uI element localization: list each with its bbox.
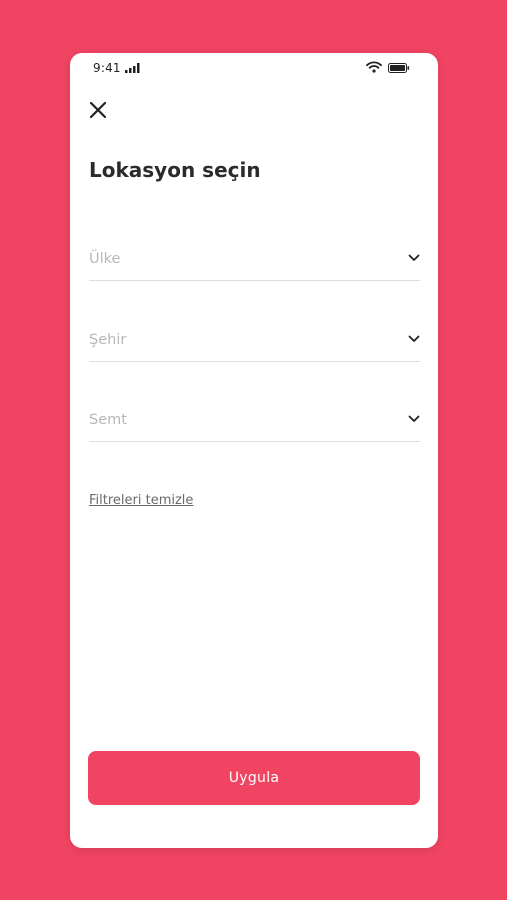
battery-icon: [388, 63, 410, 73]
clear-filters-link[interactable]: Filtreleri temizle: [89, 493, 193, 508]
city-placeholder: Şehir: [89, 332, 127, 348]
district-select[interactable]: Semt: [89, 396, 420, 442]
status-bar: 9:41: [70, 53, 438, 83]
chevron-down-icon: [408, 335, 420, 342]
close-icon[interactable]: [88, 100, 108, 120]
modal-screen: 9:41 Lokasyon seçin Ülke Şehir Semt Filt…: [70, 53, 438, 848]
signal-icon: [125, 63, 140, 73]
country-placeholder: Ülke: [89, 251, 121, 267]
status-time: 9:41: [93, 61, 121, 75]
city-select[interactable]: Şehir: [89, 316, 420, 362]
apply-button[interactable]: Uygula: [88, 751, 420, 805]
page-title: Lokasyon seçin: [89, 158, 261, 182]
country-select[interactable]: Ülke: [89, 235, 420, 281]
chevron-down-icon: [408, 415, 420, 422]
chevron-down-icon: [408, 254, 420, 261]
district-placeholder: Semt: [89, 412, 127, 428]
wifi-icon: [366, 61, 382, 73]
